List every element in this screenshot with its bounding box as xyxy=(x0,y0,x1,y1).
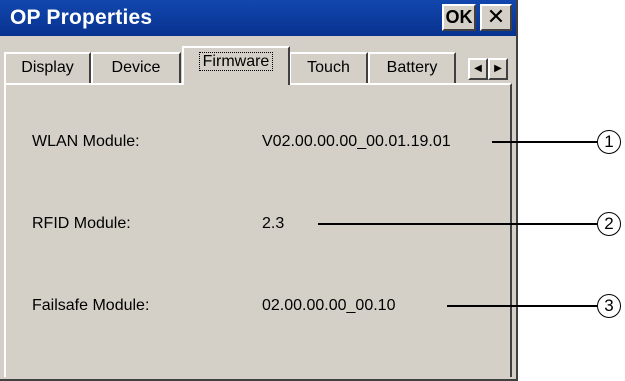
firmware-panel: WLAN Module: V02.00.00.00_00.01.19.01 RF… xyxy=(4,83,512,377)
failsafe-module-value: 02.00.00.00_00.10 xyxy=(262,297,396,314)
callout-marker-3: 3 xyxy=(597,294,621,318)
tab-scroll-left-button[interactable]: ◀ xyxy=(468,58,488,80)
tab-device[interactable]: Device xyxy=(91,52,181,83)
ok-button[interactable]: OK xyxy=(442,4,476,31)
arrow-right-icon: ▶ xyxy=(494,63,502,74)
rfid-module-label: RFID Module: xyxy=(32,215,131,232)
close-button[interactable]: ✕ xyxy=(480,4,512,31)
wlan-module-label: WLAN Module: xyxy=(32,133,140,150)
tab-touch[interactable]: Touch xyxy=(289,52,368,83)
tab-battery[interactable]: Battery xyxy=(368,52,456,83)
callout-line-1 xyxy=(492,141,597,143)
callout-line-2 xyxy=(318,223,597,225)
tab-display[interactable]: Display xyxy=(4,52,91,83)
tab-label: Device xyxy=(111,59,161,76)
window-title: OP Properties xyxy=(10,6,153,29)
callout-line-3 xyxy=(447,305,597,307)
arrow-left-icon: ◀ xyxy=(474,63,482,74)
rfid-module-value: 2.3 xyxy=(262,215,285,232)
failsafe-module-label: Failsafe Module: xyxy=(32,297,150,314)
callout-marker-1: 1 xyxy=(597,130,621,154)
title-bar: OP Properties OK ✕ xyxy=(0,0,516,36)
wlan-module-value: V02.00.00.00_00.01.19.01 xyxy=(262,133,451,150)
tab-firmware[interactable]: Firmware xyxy=(182,46,290,85)
tab-scroll-right-button[interactable]: ▶ xyxy=(488,58,508,80)
tab-label: Touch xyxy=(307,59,350,76)
tab-strip: Display Device Firmware Touch Battery ◀ … xyxy=(4,44,514,85)
callout-marker-2: 2 xyxy=(597,212,621,236)
tab-label: Firmware xyxy=(198,52,274,71)
op-properties-dialog: OP Properties OK ✕ Display Device Firmwa… xyxy=(0,0,518,381)
tab-label: Display xyxy=(21,59,74,76)
close-icon: ✕ xyxy=(486,4,506,29)
tab-label: Battery xyxy=(386,59,438,76)
